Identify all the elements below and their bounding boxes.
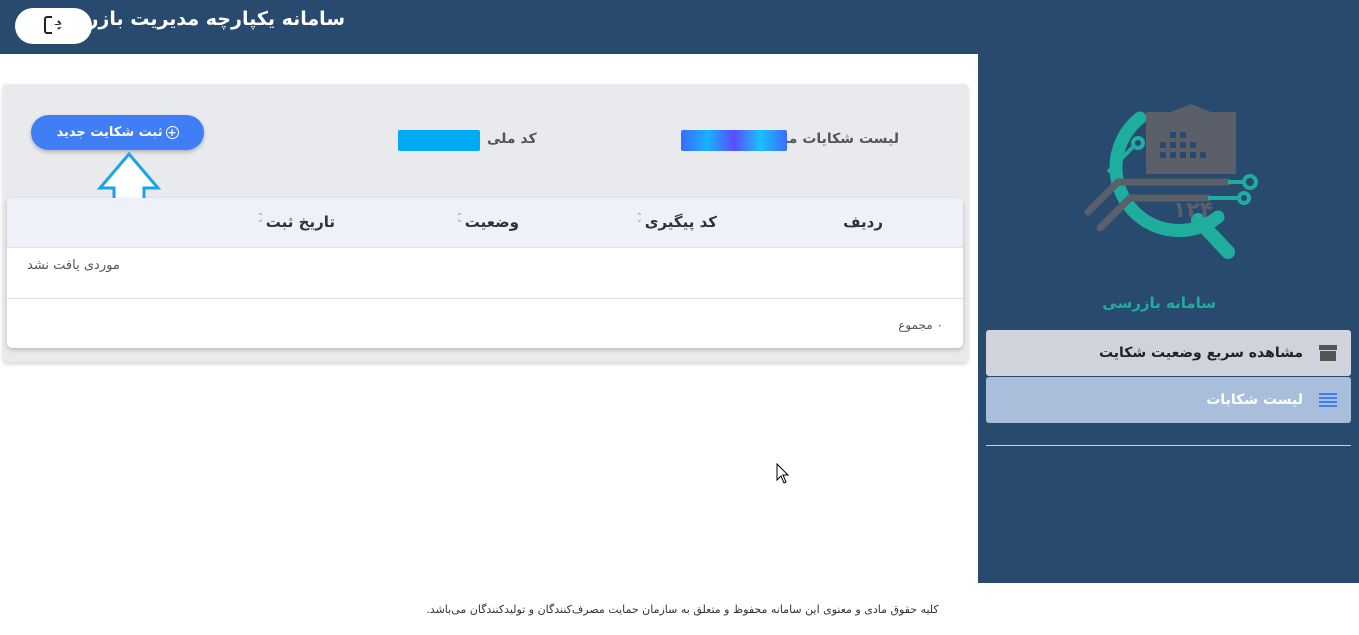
sort-icon: ˄ ˅: [258, 212, 263, 230]
national-code-label: کد ملی: [487, 131, 537, 147]
logo: ۱۲۴ سامانه بازرسی: [1078, 102, 1258, 312]
table-row: موردی یافت نشد: [7, 248, 963, 299]
my-complaints-label: لیست شکایات من: [776, 131, 899, 147]
new-complaint-button[interactable]: + ثبت شکایت جدید: [31, 115, 204, 150]
logo-text: سامانه بازرسی: [1102, 294, 1216, 312]
sidebar-item-label: لیست شکایات: [1206, 392, 1303, 408]
sidebar-item-label: مشاهده سریع وضعیت شکایت: [1098, 345, 1303, 361]
sidebar: ۱۲۴ سامانه بازرسی مشاهده سریع وضعیت شکای…: [978, 54, 1359, 583]
column-header-date[interactable]: تاریخ ثبت ˄ ˅: [258, 213, 335, 231]
redacted-name: [681, 130, 787, 151]
complaints-panel: لیست شکایات من کد ملی + ثبت شکایت جدید ر…: [3, 84, 968, 362]
sidebar-divider: [986, 445, 1351, 446]
new-complaint-label: ثبت شکایت جدید: [56, 125, 163, 140]
table-header: ردیف کد پیگیری ˄ ˅ وضعیت ˄ ˅ تاریخ ثبت ˄ ˅: [7, 198, 963, 248]
column-header-tracking-code[interactable]: کد پیگیری ˄ ˅: [637, 213, 717, 231]
redacted-national-code: [398, 130, 480, 151]
footer-copyright: کلیه حقوق مادی و معنوی این سامانه محفوظ …: [426, 603, 939, 616]
mouse-cursor-icon: [776, 463, 790, 484]
sort-icon: ˄ ˅: [637, 212, 642, 230]
empty-state-text: موردی یافت نشد: [27, 258, 120, 273]
column-header-status[interactable]: وضعیت ˄ ˅: [457, 213, 519, 231]
svg-text:۱۲۴: ۱۲۴: [1173, 198, 1213, 223]
top-header: سامانه یکپارچه مدیریت بازرسی: [0, 0, 1359, 54]
column-header-row: ردیف: [843, 213, 883, 231]
sidebar-item-quick-status[interactable]: مشاهده سریع وضعیت شکایت: [986, 330, 1351, 376]
archive-box-icon: [1317, 342, 1339, 364]
table-total: ۰ مجموع: [898, 318, 943, 332]
app-title: سامانه یکپارچه مدیریت بازرسی: [49, 8, 345, 30]
plus-circle-icon: +: [165, 126, 179, 139]
list-icon: [1317, 389, 1339, 411]
complaints-table: ردیف کد پیگیری ˄ ˅ وضعیت ˄ ˅ تاریخ ثبت ˄ ˅ …: [7, 198, 963, 348]
sidebar-item-complaints-list[interactable]: لیست شکایات: [986, 377, 1351, 423]
sort-icon: ˄ ˅: [457, 212, 462, 230]
